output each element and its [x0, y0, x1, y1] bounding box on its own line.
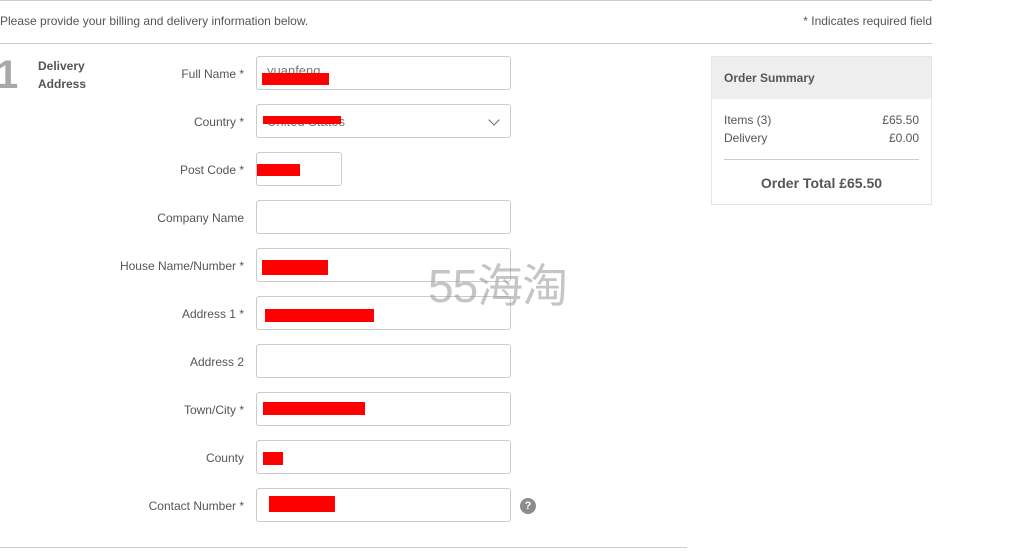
address-2-input[interactable]: [256, 344, 511, 378]
header-divider: [0, 43, 932, 44]
order-summary-title: Order Summary: [712, 57, 931, 99]
delivery-label: Delivery: [724, 131, 768, 145]
contact-number-label: Contact Number *: [148, 499, 244, 513]
post-code-input[interactable]: [256, 152, 342, 186]
redaction-bar: [262, 73, 329, 85]
town-city-input[interactable]: [256, 392, 511, 426]
address-1-row: Address 1 *: [0, 296, 560, 332]
help-icon[interactable]: ?: [520, 498, 536, 514]
redaction-bar: [269, 496, 335, 512]
summary-divider: [724, 159, 919, 160]
redaction-bar: [262, 260, 328, 275]
post-code-label: Post Code *: [179, 163, 244, 177]
town-city-row: Town/City *: [0, 392, 560, 428]
address-1-label: Address 1 *: [181, 307, 244, 321]
full-name-input[interactable]: yuanfeng: [256, 56, 511, 90]
address-1-input[interactable]: [256, 296, 511, 330]
house-number-label: House Name/Number *: [119, 259, 244, 273]
house-number-row: House Name/Number *: [0, 248, 560, 284]
contact-number-row: Contact Number * ?: [0, 488, 560, 524]
redaction-bar: [263, 116, 341, 124]
county-row: County: [0, 440, 560, 476]
items-value: £65.50: [882, 113, 919, 127]
address-2-row: Address 2: [0, 344, 560, 380]
house-number-input[interactable]: [256, 248, 511, 282]
address-2-label: Address 2: [189, 355, 244, 369]
intro-text: Please provide your billing and delivery…: [0, 14, 309, 28]
delivery-value: £0.00: [888, 131, 919, 145]
order-summary: Order Summary Items (3) £65.50 Delivery …: [711, 56, 932, 205]
post-code-row: Post Code *: [0, 152, 560, 188]
country-label: Country *: [193, 115, 244, 129]
order-total: Order Total £65.50: [760, 175, 883, 191]
full-name-row: Full Name * yuanfeng: [0, 56, 560, 92]
bottom-divider: [0, 547, 687, 548]
items-line: Items (3) £65.50: [724, 113, 919, 127]
redaction-bar: [263, 452, 283, 465]
chevron-down-icon: [488, 114, 500, 126]
full-name-label: Full Name *: [181, 67, 244, 81]
country-row: Country * United States: [0, 104, 560, 140]
county-input[interactable]: [256, 440, 511, 474]
company-name-input[interactable]: [256, 200, 511, 234]
town-city-label: Town/City *: [183, 403, 244, 417]
redaction-bar: [265, 309, 374, 322]
redaction-bar: [263, 402, 365, 415]
country-select[interactable]: United States: [256, 104, 511, 138]
required-field-note: * Indicates required field: [803, 14, 932, 28]
items-label: Items (3): [724, 113, 772, 127]
top-divider: [0, 0, 932, 1]
redaction-bar: [257, 164, 300, 176]
company-name-label: Company Name: [157, 211, 244, 225]
delivery-line: Delivery £0.00: [724, 131, 919, 145]
county-label: County: [205, 451, 244, 465]
company-name-row: Company Name: [0, 200, 560, 236]
contact-number-input[interactable]: [256, 488, 511, 522]
